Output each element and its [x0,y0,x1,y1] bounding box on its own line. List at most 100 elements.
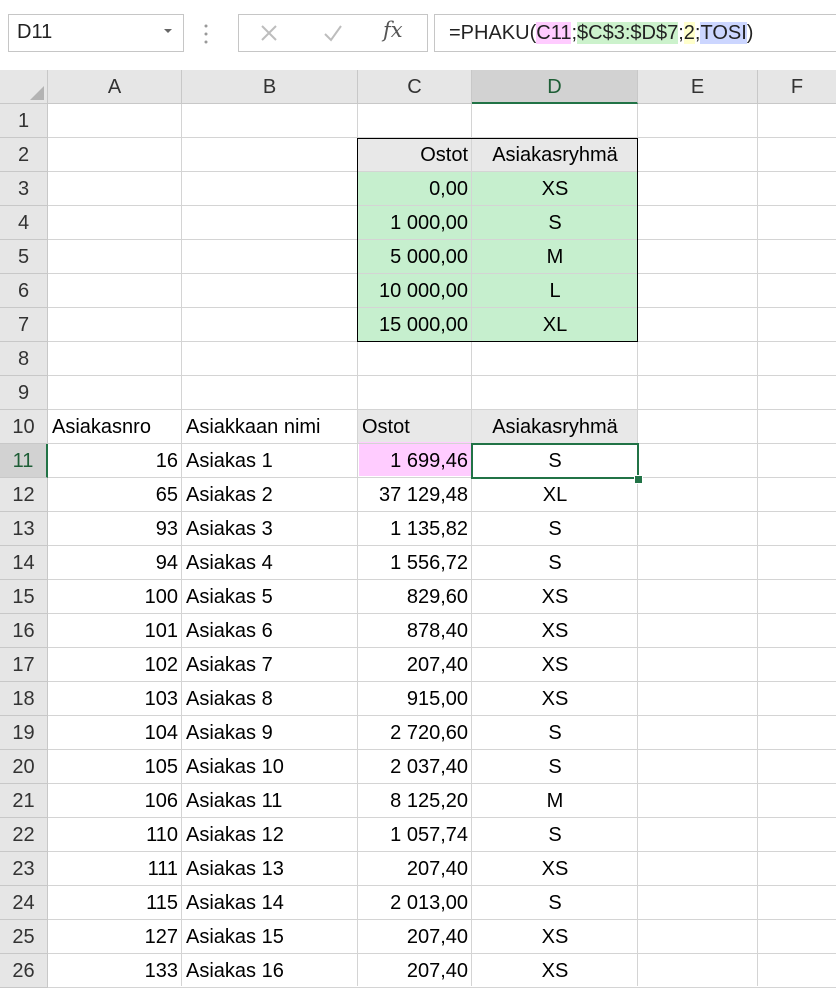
lookup-threshold[interactable]: 10 000,00 [358,274,472,308]
cell-customer-group[interactable]: S [472,716,638,750]
header-customer-number[interactable]: Asiakasnro [48,410,182,444]
row-header-selected[interactable]: 11 [0,444,48,478]
cell-customer-number[interactable]: 106 [48,784,182,818]
lookup-threshold[interactable]: 5 000,00 [358,240,472,274]
row-header[interactable]: 21 [0,784,48,818]
cell-customer-group[interactable]: S [472,512,638,546]
lookup-threshold[interactable]: 1 000,00 [358,206,472,240]
row-header[interactable]: 7 [0,308,48,342]
cell-customer-name[interactable]: Asiakas 10 [182,750,358,784]
lookup-header-ostot[interactable]: Ostot [358,138,472,172]
cell-customer-number[interactable]: 16 [48,444,182,478]
row-header[interactable]: 25 [0,920,48,954]
row-header[interactable]: 8 [0,342,48,376]
cell-customer-name[interactable]: Asiakas 1 [182,444,358,478]
cell-customer-name[interactable]: Asiakas 8 [182,682,358,716]
cell-purchases[interactable]: 829,60 [358,580,472,614]
cell-customer-name[interactable]: Asiakas 12 [182,818,358,852]
grip-icon[interactable] [203,22,209,46]
select-all-button[interactable] [0,70,48,104]
header-customer-name[interactable]: Asiakkaan nimi [182,410,358,444]
cell-customer-number[interactable]: 94 [48,546,182,580]
cell-purchases[interactable]: 207,40 [358,920,472,954]
column-header-c[interactable]: C [358,70,472,104]
cell-customer-number[interactable]: 102 [48,648,182,682]
header-purchases[interactable]: Ostot [358,410,472,444]
cell-customer-number[interactable]: 115 [48,886,182,920]
cell-customer-name[interactable]: Asiakas 13 [182,852,358,886]
column-header-e[interactable]: E [638,70,758,104]
cell-customer-group[interactable]: S [472,546,638,580]
row-header[interactable]: 23 [0,852,48,886]
cell-customer-group[interactable]: S [472,886,638,920]
cell-purchases[interactable]: 207,40 [358,852,472,886]
cell-customer-group[interactable]: XS [472,614,638,648]
row-header[interactable]: 5 [0,240,48,274]
cell-customer-number[interactable]: 105 [48,750,182,784]
cell-purchases[interactable]: 1 556,72 [358,546,472,580]
cell-customer-name[interactable]: Asiakas 14 [182,886,358,920]
cell-purchases[interactable]: 2 013,00 [358,886,472,920]
name-box[interactable]: D11 [8,14,184,52]
fill-handle[interactable] [634,475,643,484]
cell-customer-number[interactable]: 65 [48,478,182,512]
cell-customer-number[interactable]: 93 [48,512,182,546]
column-header-f[interactable]: F [758,70,836,104]
cell-customer-number[interactable]: 133 [48,954,182,988]
cell-customer-number[interactable]: 110 [48,818,182,852]
cell-customer-group[interactable]: XS [472,682,638,716]
row-header[interactable]: 14 [0,546,48,580]
cell-customer-number[interactable]: 100 [48,580,182,614]
chevron-down-icon[interactable] [161,24,175,38]
cell-customer-name[interactable]: Asiakas 5 [182,580,358,614]
column-header-a[interactable]: A [48,70,182,104]
lookup-group[interactable]: S [472,206,638,240]
cell-purchases[interactable]: 2 037,40 [358,750,472,784]
row-header[interactable]: 6 [0,274,48,308]
cell-customer-number[interactable]: 104 [48,716,182,750]
cell-customer-name[interactable]: Asiakas 15 [182,920,358,954]
cell-customer-group[interactable]: XS [472,920,638,954]
cell-customer-number[interactable]: 101 [48,614,182,648]
lookup-header-group[interactable]: Asiakasryhmä [472,138,638,172]
row-header[interactable]: 24 [0,886,48,920]
cell-customer-name[interactable]: Asiakas 4 [182,546,358,580]
row-header[interactable]: 3 [0,172,48,206]
insert-function-button[interactable]: fx [383,18,407,42]
row-header[interactable]: 10 [0,410,48,444]
cell-purchases[interactable]: 207,40 [358,648,472,682]
cell-customer-group[interactable]: XS [472,852,638,886]
cell-purchases[interactable]: 1 135,82 [358,512,472,546]
cell-customer-name[interactable]: Asiakas 6 [182,614,358,648]
lookup-threshold[interactable]: 0,00 [358,172,472,206]
column-header-b[interactable]: B [182,70,358,104]
cell-customer-group[interactable]: S [472,818,638,852]
cell-purchases[interactable]: 1 057,74 [358,818,472,852]
formula-input[interactable]: =PHAKU(C11;$C$3:$D$7;2;TOSI) [434,14,836,52]
cell-customer-group[interactable]: XS [472,580,638,614]
row-header[interactable]: 2 [0,138,48,172]
row-header[interactable]: 20 [0,750,48,784]
cancel-icon[interactable] [257,21,281,45]
row-header[interactable]: 13 [0,512,48,546]
cell-purchases[interactable]: 878,40 [358,614,472,648]
header-customer-group[interactable]: Asiakasryhmä [472,410,638,444]
column-header-d[interactable]: D [472,70,638,104]
row-header[interactable]: 4 [0,206,48,240]
cell-customer-number[interactable]: 103 [48,682,182,716]
lookup-group[interactable]: L [472,274,638,308]
cell-customer-group[interactable]: M [472,784,638,818]
check-icon[interactable] [321,21,345,45]
cell-purchases[interactable]: 2 720,60 [358,716,472,750]
row-header[interactable]: 9 [0,376,48,410]
cell-purchases[interactable]: 8 125,20 [358,784,472,818]
lookup-group[interactable]: XL [472,308,638,342]
cell-customer-group[interactable]: XS [472,954,638,988]
cell-purchases[interactable]: 915,00 [358,682,472,716]
row-header[interactable]: 12 [0,478,48,512]
row-header[interactable]: 22 [0,818,48,852]
cell-purchases[interactable]: 207,40 [358,954,472,988]
lookup-group[interactable]: M [472,240,638,274]
cell-purchases[interactable]: 37 129,48 [358,478,472,512]
cell-customer-name[interactable]: Asiakas 11 [182,784,358,818]
